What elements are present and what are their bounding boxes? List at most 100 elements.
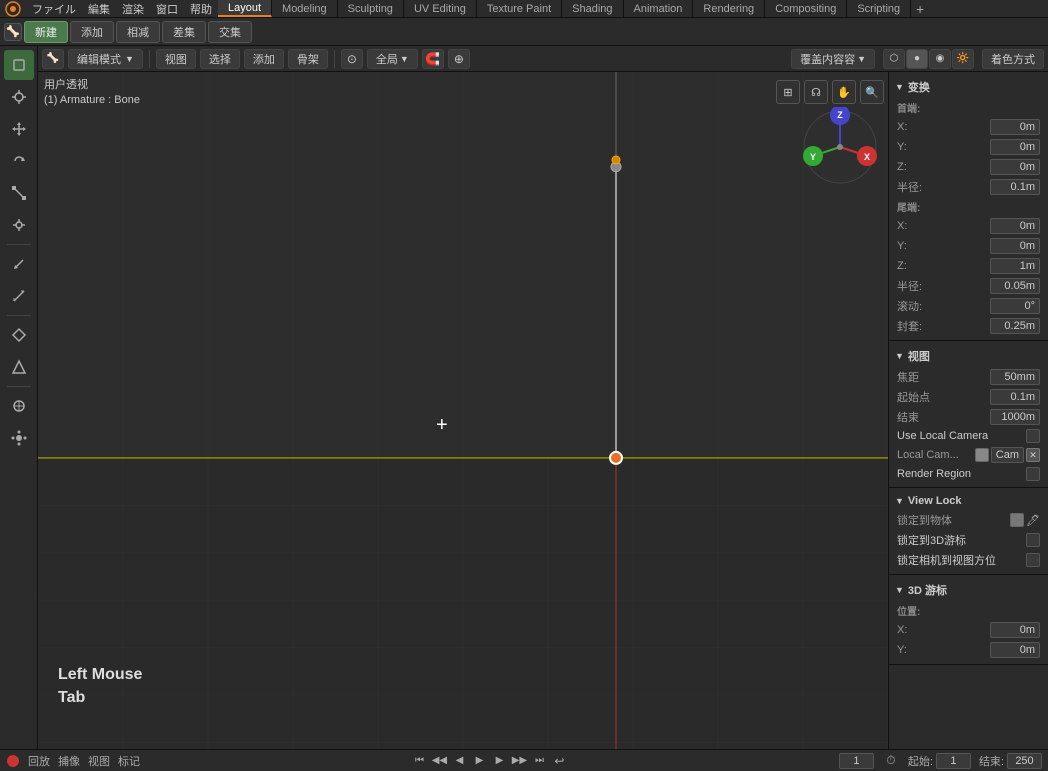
render-region-checkbox[interactable] (1026, 467, 1040, 481)
marker-item[interactable]: 标记 (118, 753, 140, 769)
armature-menu[interactable]: 骨架 (288, 49, 328, 69)
capture-item[interactable]: 捕像 (58, 753, 80, 769)
viewport[interactable]: 用户透视 (1) Armature : Bone ⊞ ☊ ✋ 🔍 Z X Y (38, 72, 888, 749)
tab-scripting[interactable]: Scripting (847, 0, 911, 17)
menu-help[interactable]: 帮助 (184, 0, 218, 17)
transform-header[interactable]: ▼ 变换 (889, 76, 1048, 98)
material-preview-btn[interactable]: ◉ (929, 49, 951, 69)
blender-logo-icon[interactable] (4, 0, 22, 18)
roll-field[interactable]: 0° (990, 298, 1040, 314)
tab-shading[interactable]: Shading (562, 0, 623, 17)
solid-btn[interactable]: ● (906, 49, 928, 69)
proportional-edit-icon[interactable]: ⊙ (341, 49, 363, 69)
tool-custom[interactable] (4, 423, 34, 453)
new-button[interactable]: 新建 (24, 21, 68, 43)
local-cam-value[interactable]: Cam (991, 447, 1024, 463)
menu-window[interactable]: 窗口 (150, 0, 184, 17)
view-menu[interactable]: 视图 (156, 49, 196, 69)
tool-extrude[interactable] (4, 320, 34, 350)
zoom-icon[interactable]: 🔍 (860, 80, 884, 104)
intersect-button[interactable]: 交集 (208, 21, 252, 43)
tail-x-field[interactable]: 0m (990, 218, 1040, 234)
axis-gizmo[interactable]: Z X Y (800, 107, 880, 190)
tab-animation[interactable]: Animation (624, 0, 694, 17)
global-dropdown[interactable]: 全局 ▼ (367, 49, 418, 69)
menu-render[interactable]: 渲染 (116, 0, 150, 17)
jump-to-end-button[interactable]: ⏭ (530, 752, 548, 770)
head-z-field[interactable]: 0m (990, 159, 1040, 175)
tail-radius-field[interactable]: 0.05m (990, 278, 1040, 294)
subtract-button[interactable]: 相减 (116, 21, 160, 43)
mode-icon[interactable]: 🦴 (42, 49, 64, 69)
tab-texture-paint[interactable]: Texture Paint (477, 0, 562, 17)
loop-button[interactable]: ↩ (550, 752, 568, 770)
difference-button[interactable]: 差集 (162, 21, 206, 43)
tab-rendering[interactable]: Rendering (693, 0, 765, 17)
clip-start-field[interactable]: 0.1m (990, 389, 1040, 405)
grid-view-icon[interactable]: ⊞ (776, 80, 800, 104)
tab-uv-editing[interactable]: UV Editing (404, 0, 477, 17)
use-local-camera-checkbox[interactable] (1026, 429, 1040, 443)
tool-extrude2[interactable] (4, 352, 34, 382)
local-cam-x-button[interactable]: ✕ (1026, 448, 1040, 462)
shading-style-btn[interactable]: 着色方式 (982, 49, 1044, 69)
play-button[interactable]: ▶ (470, 752, 488, 770)
start-frame-input[interactable] (936, 753, 971, 769)
measure-tool[interactable] (4, 281, 34, 311)
wireframe-btn[interactable]: ⬡ (883, 49, 905, 69)
tool-subdivide[interactable] (4, 391, 34, 421)
cursor-3d-header[interactable]: ▼ 3D 游标 (889, 579, 1048, 601)
clip-end-field[interactable]: 1000m (990, 409, 1040, 425)
overlay-btn[interactable]: 覆盖内容容 ▼ (791, 49, 875, 69)
jump-to-start-button[interactable]: ⏮ (410, 752, 428, 770)
pan-icon[interactable]: ✋ (832, 80, 856, 104)
current-frame-input[interactable] (839, 753, 874, 769)
tab-sculpting[interactable]: Sculpting (338, 0, 404, 17)
add-menu[interactable]: 添加 (244, 49, 284, 69)
next-frame-button[interactable]: ▶ (490, 752, 508, 770)
view-item[interactable]: 视图 (88, 753, 110, 769)
select-menu[interactable]: 选择 (200, 49, 240, 69)
lock-to-cursor-checkbox[interactable] (1026, 533, 1040, 547)
edit-mode-dropdown[interactable]: 编辑模式 ▼ (68, 49, 143, 69)
rendered-btn[interactable]: 🔆 (952, 49, 974, 69)
focal-length-field[interactable]: 50mm (990, 369, 1040, 385)
orbit-icon[interactable]: ☊ (804, 80, 828, 104)
transform-tool[interactable] (4, 210, 34, 240)
end-frame-input[interactable] (1007, 753, 1042, 769)
tail-z-field[interactable]: 1m (990, 258, 1040, 274)
prev-keyframe-button[interactable]: ◀◀ (430, 752, 448, 770)
select-box-tool[interactable] (4, 50, 34, 80)
tab-compositing[interactable]: Compositing (765, 0, 847, 17)
head-y-field[interactable]: 0m (990, 139, 1040, 155)
head-radius-field[interactable]: 0.1m (990, 179, 1040, 195)
mode-icon-btn[interactable]: 🦴 (4, 23, 22, 41)
cursor-x-field[interactable]: 0m (990, 622, 1040, 638)
local-cam-color-btn[interactable] (975, 448, 989, 462)
menu-file[interactable]: ファイル (26, 0, 82, 17)
cursor-y-field[interactable]: 0m (990, 642, 1040, 658)
next-keyframe-button[interactable]: ▶▶ (510, 752, 528, 770)
add-workspace-button[interactable]: + (911, 0, 929, 18)
prev-frame-button[interactable]: ◀ (450, 752, 468, 770)
playback-item[interactable]: 回放 (28, 753, 50, 769)
tail-y-field[interactable]: 0m (990, 238, 1040, 254)
lock-camera-checkbox[interactable] (1026, 553, 1040, 567)
engine-icon-item[interactable] (6, 754, 20, 768)
lock-object-color-btn[interactable] (1010, 513, 1024, 527)
head-x-field[interactable]: 0m (990, 119, 1040, 135)
tab-layout[interactable]: Layout (218, 0, 272, 17)
view-lock-header[interactable]: ▼ View Lock (889, 492, 1048, 510)
cursor-icon[interactable]: ⊕ (448, 49, 470, 69)
scale-tool[interactable] (4, 178, 34, 208)
annotate-tool[interactable] (4, 249, 34, 279)
snap-icon[interactable]: 🧲 (422, 49, 444, 69)
add-button[interactable]: 添加 (70, 21, 114, 43)
menu-edit[interactable]: 編集 (82, 0, 116, 17)
cursor-tool[interactable] (4, 82, 34, 112)
move-tool[interactable] (4, 114, 34, 144)
rotate-tool[interactable] (4, 146, 34, 176)
tab-modeling[interactable]: Modeling (272, 0, 338, 17)
envelope-field[interactable]: 0.25m (990, 318, 1040, 334)
eyedropper-icon[interactable]: 🖊 (1026, 514, 1040, 527)
